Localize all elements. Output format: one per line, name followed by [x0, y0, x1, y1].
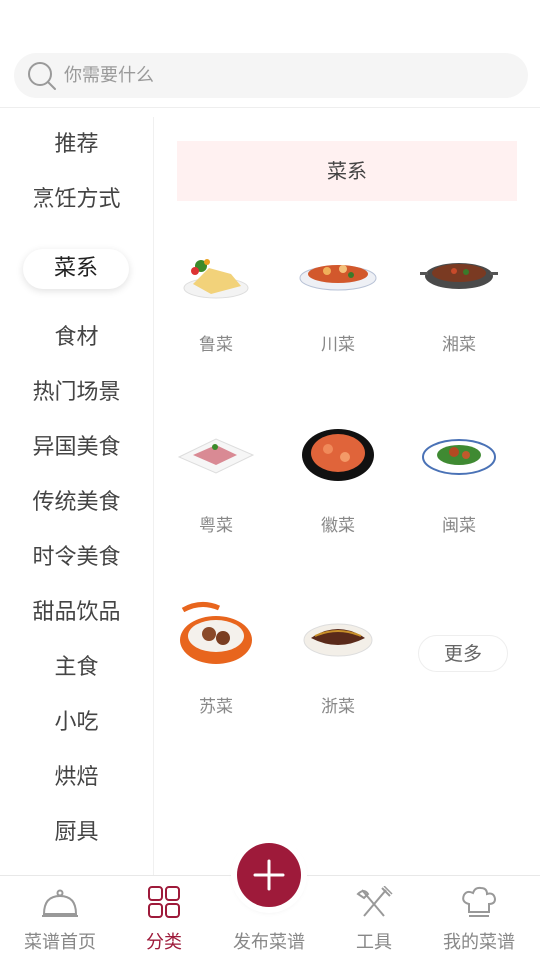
yue-cuisine-dish-image — [177, 438, 255, 474]
sidebar-divider — [153, 117, 154, 875]
cuisine-label: 粤菜 — [199, 516, 233, 536]
nav-item-tools[interactable]: 工具 — [320, 876, 428, 960]
cuisine-item-min[interactable]: 闽菜 — [404, 419, 514, 536]
nav-item-category[interactable]: 分类 — [110, 876, 218, 960]
nav-item-my-recipes[interactable]: 我的菜谱 — [425, 876, 533, 960]
sidebar-item-kitchenware[interactable]: 厨具 — [0, 813, 153, 853]
cuisine-label: 苏菜 — [199, 697, 233, 717]
sidebar-item-foreign-food[interactable]: 异国美食 — [0, 428, 153, 468]
cuisine-item-xiang[interactable]: 湘菜 — [404, 238, 514, 355]
cuisine-item-zhe[interactable]: 浙菜 — [283, 600, 393, 717]
plus-icon — [253, 859, 285, 891]
nav-label: 我的菜谱 — [443, 932, 515, 953]
nav-item-recipe-home[interactable]: 菜谱首页 — [6, 876, 114, 960]
cuisine-item-chuan[interactable]: 川菜 — [283, 238, 393, 355]
cuisine-item-yue[interactable]: 粤菜 — [161, 419, 271, 536]
cuisine-item-lu[interactable]: 鲁菜 — [161, 238, 271, 355]
min-cuisine-dish-image — [422, 439, 496, 475]
section-title: 菜系 — [177, 141, 517, 201]
sidebar-item-cooking-method[interactable]: 烹饪方式 — [0, 180, 153, 220]
cuisine-label: 徽菜 — [321, 516, 355, 536]
sidebar-item-desserts-drinks[interactable]: 甜品饮品 — [0, 593, 153, 633]
sidebar-item-ingredients[interactable]: 食材 — [0, 318, 153, 358]
sidebar-item-popular-scenes[interactable]: 热门场景 — [0, 373, 153, 413]
cuisine-label: 湘菜 — [442, 335, 476, 355]
nav-label: 菜谱首页 — [24, 932, 96, 953]
cuisine-label: 闽菜 — [442, 516, 476, 536]
su-cuisine-dish-image — [180, 602, 252, 664]
sidebar-item-recommend[interactable]: 推荐 — [0, 125, 153, 165]
nav-label: 工具 — [356, 932, 392, 953]
search-icon — [22, 56, 62, 96]
sidebar-item-staple[interactable]: 主食 — [0, 648, 153, 688]
search-bar[interactable] — [14, 53, 528, 98]
cuisine-item-su[interactable]: 苏菜 — [161, 600, 271, 717]
nav-label: 分类 — [146, 932, 182, 953]
cuisine-item-hui[interactable]: 徽菜 — [283, 419, 393, 536]
chuan-cuisine-dish-image — [299, 265, 377, 291]
search-input[interactable] — [64, 65, 464, 86]
cuisine-label: 浙菜 — [321, 697, 355, 717]
sidebar-item-traditional-food[interactable]: 传统美食 — [0, 483, 153, 523]
cuisine-label: 鲁菜 — [199, 335, 233, 355]
zhe-cuisine-dish-image — [303, 623, 373, 657]
sidebar-item-baking[interactable]: 烘焙 — [0, 758, 153, 798]
xiang-cuisine-dish-image — [420, 263, 498, 289]
nav-label: 发布菜谱 — [233, 932, 305, 953]
cuisine-label: 川菜 — [321, 335, 355, 355]
more-button[interactable]: 更多 — [418, 635, 508, 672]
lu-cuisine-dish-image — [183, 259, 249, 299]
sidebar-item-snacks[interactable]: 小吃 — [0, 703, 153, 743]
hui-cuisine-dish-image — [302, 429, 374, 481]
chef-hat-icon — [459, 886, 499, 922]
grid-icon — [144, 886, 184, 922]
fork-knife-icon — [354, 885, 394, 922]
sidebar-item-cuisine[interactable]: 菜系 — [23, 249, 129, 289]
cloche-icon — [40, 886, 80, 922]
publish-recipe-button[interactable] — [237, 843, 301, 907]
sidebar-item-seasonal-food[interactable]: 时令美食 — [0, 538, 153, 578]
